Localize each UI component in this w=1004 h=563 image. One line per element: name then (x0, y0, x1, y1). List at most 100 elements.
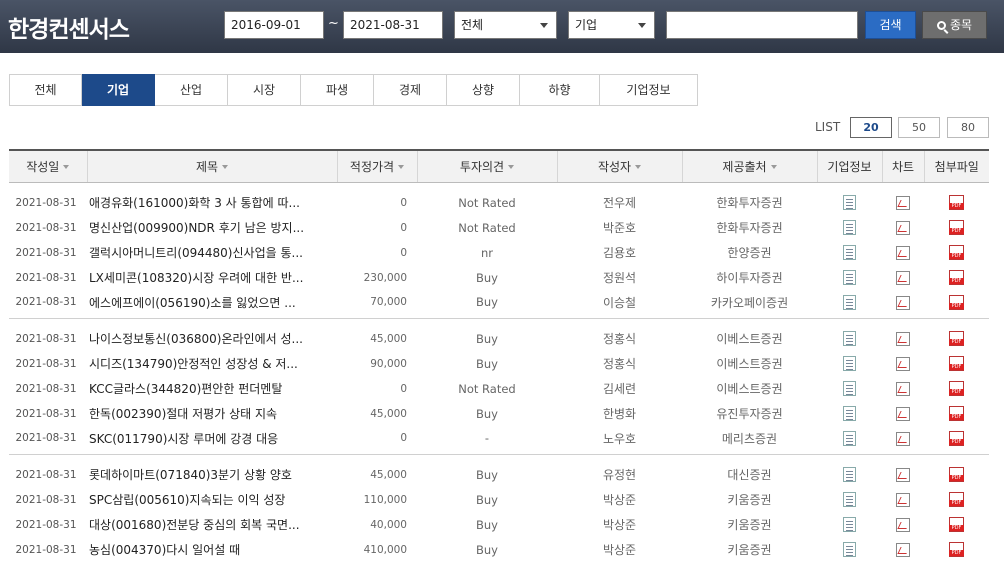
chart-icon[interactable] (896, 381, 910, 396)
pdf-icon[interactable] (949, 406, 964, 421)
report-title-link[interactable]: SKC(011790)시장 루머에 강경 대응 (87, 426, 337, 455)
report-title-link[interactable]: 농심(004370)다시 일어설 때 (87, 537, 337, 562)
pdf-icon[interactable] (949, 331, 964, 347)
chart-icon[interactable] (896, 220, 910, 235)
chart-icon[interactable] (896, 270, 910, 285)
report-author: 박상준 (602, 493, 637, 507)
attachment-cell (924, 454, 989, 487)
scope-select[interactable]: 전체 (454, 11, 557, 39)
pdf-icon[interactable] (949, 517, 964, 532)
category-select[interactable]: 기업 (568, 11, 655, 39)
chart-icon[interactable] (896, 196, 910, 210)
tab-5[interactable]: 경제 (374, 74, 447, 106)
investment-opinion: Buy (476, 356, 498, 371)
chart-icon[interactable] (896, 517, 910, 532)
chart-cell (882, 454, 924, 487)
tab-7[interactable]: 하향 (520, 74, 600, 106)
list-size-2[interactable]: 80 (947, 117, 989, 138)
pdf-icon[interactable] (949, 467, 964, 483)
chart-icon[interactable] (896, 356, 910, 371)
pdf-icon[interactable] (949, 356, 964, 371)
report-source: 유진투자증권 (716, 407, 783, 421)
report-title-link[interactable]: 시디즈(134790)안정적인 성장성 & 저... (87, 351, 337, 376)
report-title-link[interactable]: 갤럭시아머니트리(094480)신사업을 통... (87, 240, 337, 265)
company-info-icon[interactable] (843, 331, 856, 347)
company-info-cell (817, 240, 882, 265)
pdf-icon[interactable] (949, 220, 964, 235)
company-info-cell (817, 318, 882, 351)
tab-2[interactable]: 산업 (155, 74, 228, 106)
company-info-icon[interactable] (843, 406, 856, 421)
column-header-1[interactable]: 제목 (86, 149, 337, 183)
pdf-icon[interactable] (949, 245, 964, 260)
company-info-icon[interactable] (843, 381, 856, 396)
report-date: 2021-08-31 (15, 382, 77, 395)
company-info-icon[interactable] (843, 195, 856, 211)
attachment-cell (924, 401, 989, 426)
pdf-icon[interactable] (949, 430, 964, 446)
attachment-cell (924, 265, 989, 290)
chart-icon[interactable] (896, 468, 910, 482)
pdf-icon[interactable] (949, 270, 964, 285)
company-info-icon[interactable] (843, 294, 856, 310)
column-header-4[interactable]: 작성자 (556, 149, 682, 183)
company-info-icon[interactable] (843, 270, 856, 285)
start-date-input[interactable]: 2016-09-01 (224, 11, 324, 39)
company-info-icon[interactable] (843, 542, 856, 557)
company-info-icon[interactable] (843, 245, 856, 260)
tab-4[interactable]: 파생 (301, 74, 374, 106)
chart-icon[interactable] (896, 542, 910, 557)
report-source: 키움증권 (727, 543, 772, 557)
column-header-3[interactable]: 투자의견 (416, 149, 557, 183)
tab-3[interactable]: 시장 (228, 74, 301, 106)
company-info-icon[interactable] (843, 467, 856, 483)
stock-search-button[interactable]: 종목 (922, 11, 987, 39)
report-author: 정홍식 (602, 357, 637, 371)
column-header-0[interactable]: 작성일 (9, 149, 87, 183)
pdf-icon[interactable] (949, 492, 964, 507)
tab-8[interactable]: 기업정보 (600, 74, 698, 106)
chart-icon[interactable] (896, 406, 910, 421)
list-size-0[interactable]: 20 (850, 117, 892, 138)
pdf-icon[interactable] (949, 542, 964, 557)
report-title-link[interactable]: 명신산업(009900)NDR 후기 남은 방지... (87, 215, 337, 240)
company-info-icon[interactable] (843, 220, 856, 235)
end-date-input[interactable]: 2021-08-31 (343, 11, 443, 39)
category-select-value: 기업 (575, 18, 598, 32)
report-title-link[interactable]: 롯데하이마트(071840)3분기 상황 양호 (87, 454, 337, 487)
report-title-link[interactable]: 대상(001680)전분당 중심의 회복 국면... (87, 512, 337, 537)
column-header-2[interactable]: 적정가격 (336, 149, 417, 183)
tab-0[interactable]: 전체 (9, 74, 82, 106)
search-input[interactable] (666, 11, 858, 39)
pdf-icon[interactable] (949, 381, 964, 396)
chart-icon[interactable] (896, 431, 910, 446)
report-title-link[interactable]: 애경유화(161000)화학 3 사 통합에 따... (87, 182, 337, 215)
tab-6[interactable]: 상향 (447, 74, 520, 106)
report-date: 2021-08-31 (15, 332, 77, 345)
pdf-icon[interactable] (949, 195, 964, 211)
company-info-icon[interactable] (843, 356, 856, 371)
report-title-link[interactable]: 에스에프에이(056190)소를 잃었으면 ... (87, 290, 337, 319)
attachment-cell (924, 537, 989, 562)
report-title-link[interactable]: KCC글라스(344820)편안한 펀더멘탈 (87, 376, 337, 401)
column-header-5[interactable]: 제공출처 (681, 149, 817, 183)
report-title-link[interactable]: SPC삼립(005610)지속되는 이익 성장 (87, 487, 337, 512)
report-title-link[interactable]: LX세미콘(108320)시장 우려에 대한 반... (87, 265, 337, 290)
tab-1[interactable]: 기업 (82, 74, 155, 106)
search-button[interactable]: 검색 (865, 11, 916, 39)
company-info-icon[interactable] (843, 492, 856, 507)
company-info-icon[interactable] (843, 430, 856, 446)
chart-icon[interactable] (896, 245, 910, 260)
chart-icon[interactable] (896, 492, 910, 507)
list-size-1[interactable]: 50 (898, 117, 940, 138)
chart-icon[interactable] (896, 332, 910, 346)
pdf-icon[interactable] (949, 294, 964, 310)
company-info-icon[interactable] (843, 517, 856, 532)
report-title-link[interactable]: 나이스정보통신(036800)온라인에서 성... (87, 318, 337, 351)
report-title-link[interactable]: 한독(002390)절대 저평가 상태 지속 (87, 401, 337, 426)
report-author: 유정현 (602, 468, 637, 483)
report-table: 작성일 제목 적정가격 투자의견 작성자 제공출처 기업정보 차트 첨부파일 2021-08-3… (9, 149, 989, 562)
brand-logo[interactable]: 한경컨센서스 (8, 10, 130, 44)
table-row: 2021-08-31 KCC글라스(344820)편안한 펀더멘탈 0 Not Rat… (9, 376, 989, 401)
chart-icon[interactable] (896, 295, 910, 310)
